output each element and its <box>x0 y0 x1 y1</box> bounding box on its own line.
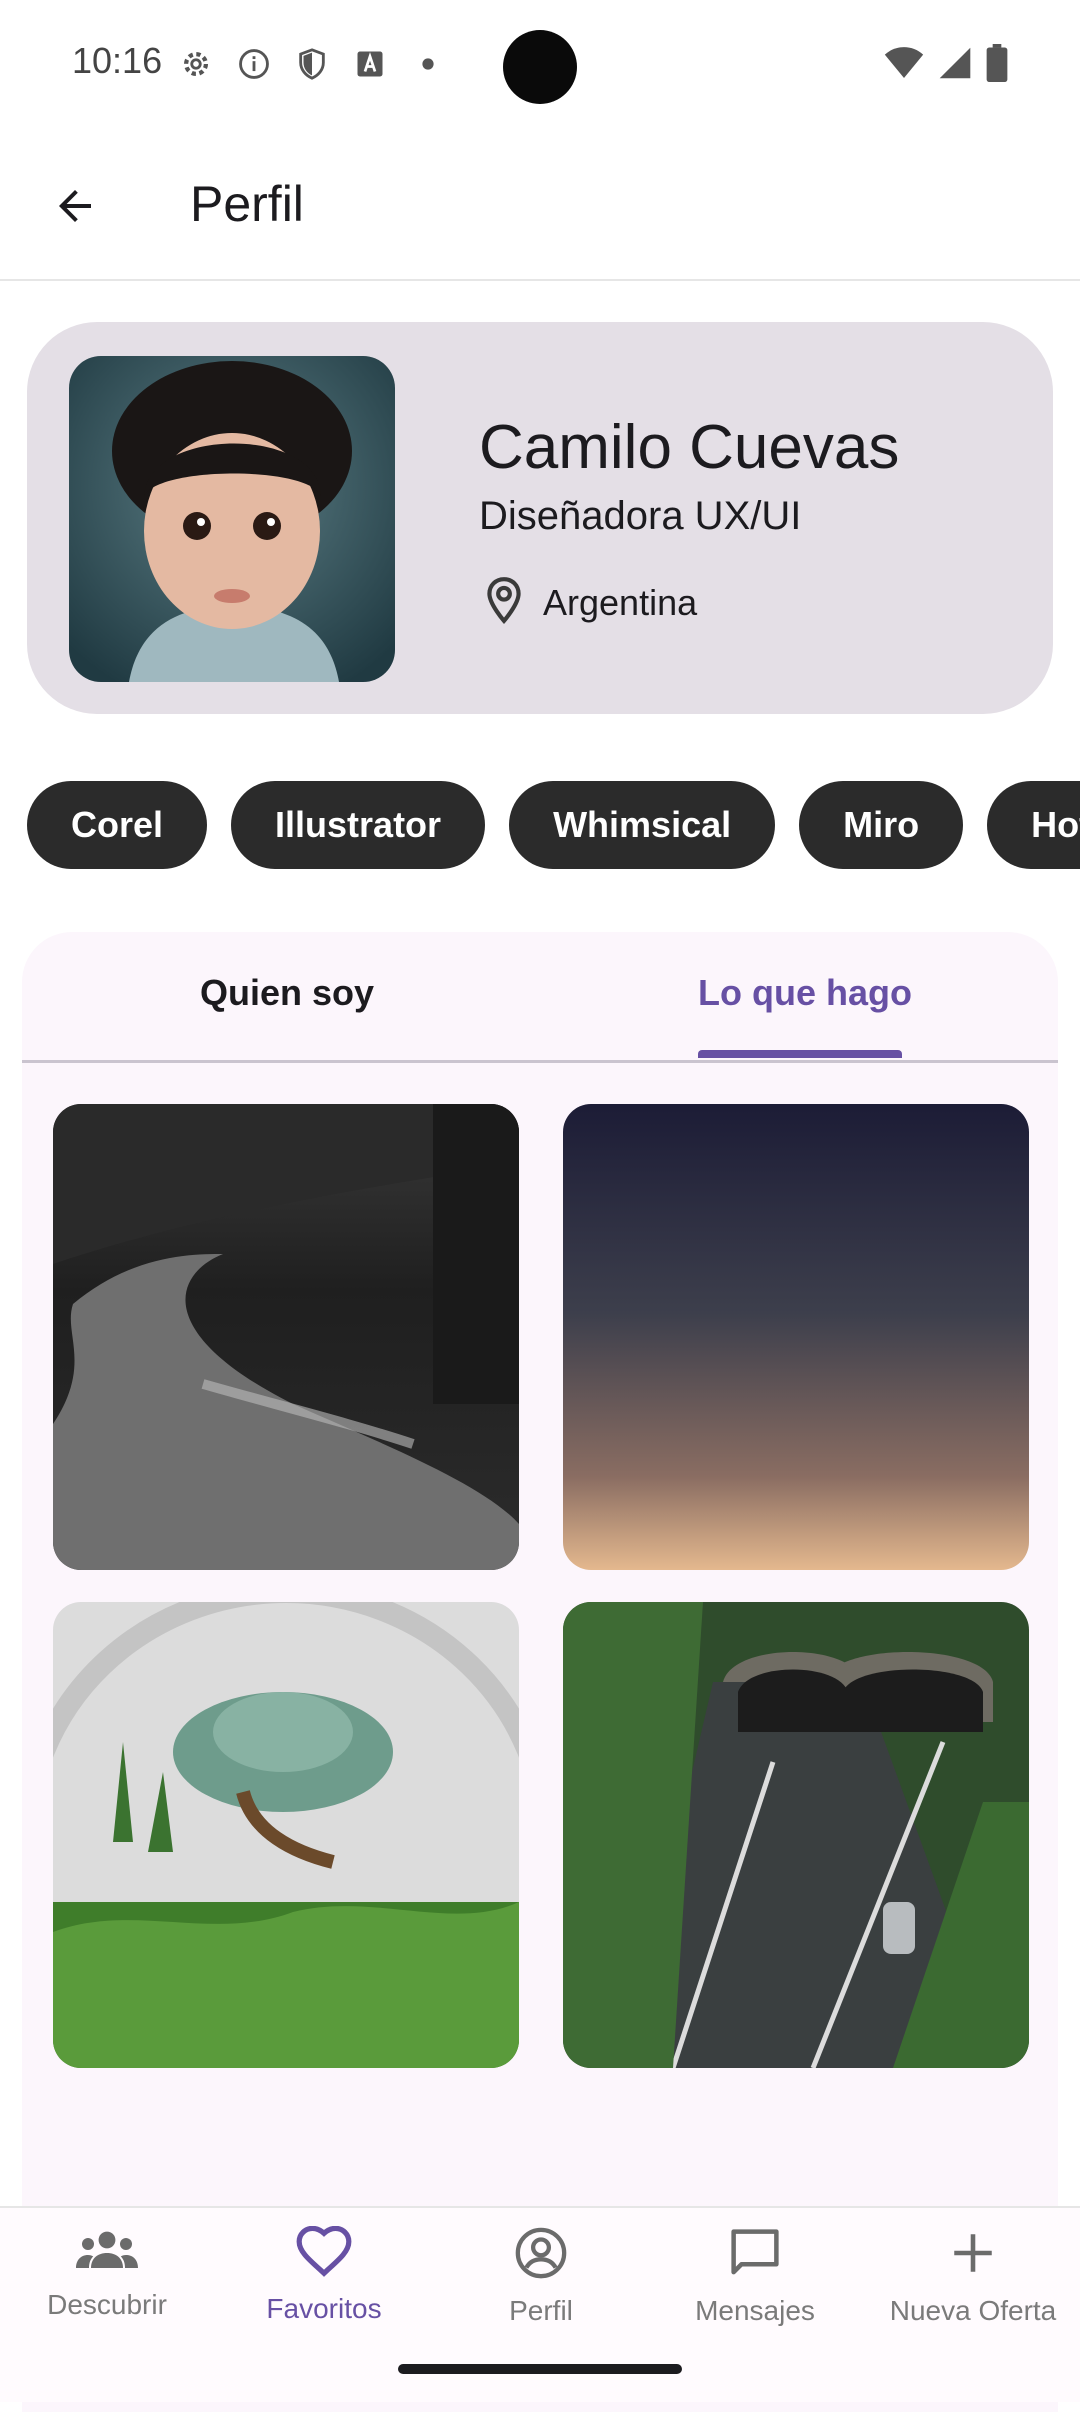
nav-favoritos[interactable]: Favoritos <box>224 2225 424 2325</box>
nav-label: Descubrir <box>47 2289 167 2320</box>
home-indicator[interactable] <box>398 2364 682 2374</box>
status-system-icons <box>884 44 1008 87</box>
settings-icon <box>178 46 214 82</box>
plus-icon <box>948 2226 998 2285</box>
message-icon <box>727 2226 783 2285</box>
nav-descubrir[interactable]: Descubrir <box>7 2226 207 2321</box>
status-bar: 10:16 <box>0 0 1080 135</box>
portfolio-image-gradient[interactable] <box>563 1104 1029 1570</box>
back-button[interactable] <box>40 173 110 243</box>
dot-icon <box>410 46 446 82</box>
wifi-icon <box>884 46 924 85</box>
skill-chip[interactable]: Whimsical <box>509 781 776 869</box>
page-title: Perfil <box>190 176 304 232</box>
tab-bar: Quien soy Lo que hago <box>22 932 1058 1063</box>
status-notification-icons <box>178 46 446 82</box>
skill-chip[interactable]: Illustrator <box>231 781 486 869</box>
profile-role: Diseñadora UX/UI <box>479 494 802 538</box>
portfolio-image-road[interactable] <box>53 1104 519 1570</box>
app-bar: Perfil <box>0 135 1080 281</box>
location-pin-icon <box>479 574 529 631</box>
skill-chip[interactable]: Hotj <box>987 781 1080 869</box>
nav-mensajes[interactable]: Mensajes <box>655 2226 855 2327</box>
nav-perfil[interactable]: Perfil <box>441 2226 641 2327</box>
avatar <box>69 356 395 682</box>
nav-label: Mensajes <box>695 2295 815 2326</box>
tab-lo-que-hago[interactable]: Lo que hago <box>698 972 912 1014</box>
nav-nueva-oferta[interactable]: Nueva Oferta <box>873 2226 1073 2327</box>
nav-label: Favoritos <box>266 2293 382 2324</box>
heart-icon <box>295 2225 353 2283</box>
arrow-back-icon <box>51 182 99 235</box>
signal-icon <box>938 46 972 85</box>
tab-quien-soy[interactable]: Quien soy <box>200 972 374 1014</box>
nav-label: Nueva Oferta <box>889 2295 1057 2326</box>
skill-chip[interactable]: Miro <box>799 781 964 869</box>
info-icon <box>236 46 272 82</box>
profile-name: Camilo Cuevas <box>479 413 900 482</box>
battery-icon <box>986 44 1008 87</box>
camera-cutout <box>503 30 577 104</box>
account-circle-icon <box>514 2226 568 2285</box>
tab-indicator <box>698 1050 902 1058</box>
portfolio-image-terrarium[interactable] <box>53 1602 519 2068</box>
location: Argentina <box>479 574 697 631</box>
skills-chips: Corel Illustrator Whimsical Miro Hotj <box>27 781 1080 869</box>
location-text: Argentina <box>543 581 698 623</box>
status-time: 10:16 <box>72 40 163 81</box>
skill-chip[interactable]: Corel <box>27 781 208 869</box>
font-a-icon <box>352 46 388 82</box>
people-icon <box>74 2226 140 2279</box>
profile-card: Camilo Cuevas Diseñadora UX/UI Argentina <box>27 322 1053 714</box>
nav-label: Perfil <box>509 2295 573 2326</box>
tabs-panel: Quien soy Lo que hago <box>22 932 1058 2412</box>
shield-icon <box>294 46 330 82</box>
portfolio-image-tunnel[interactable] <box>563 1602 1029 2068</box>
